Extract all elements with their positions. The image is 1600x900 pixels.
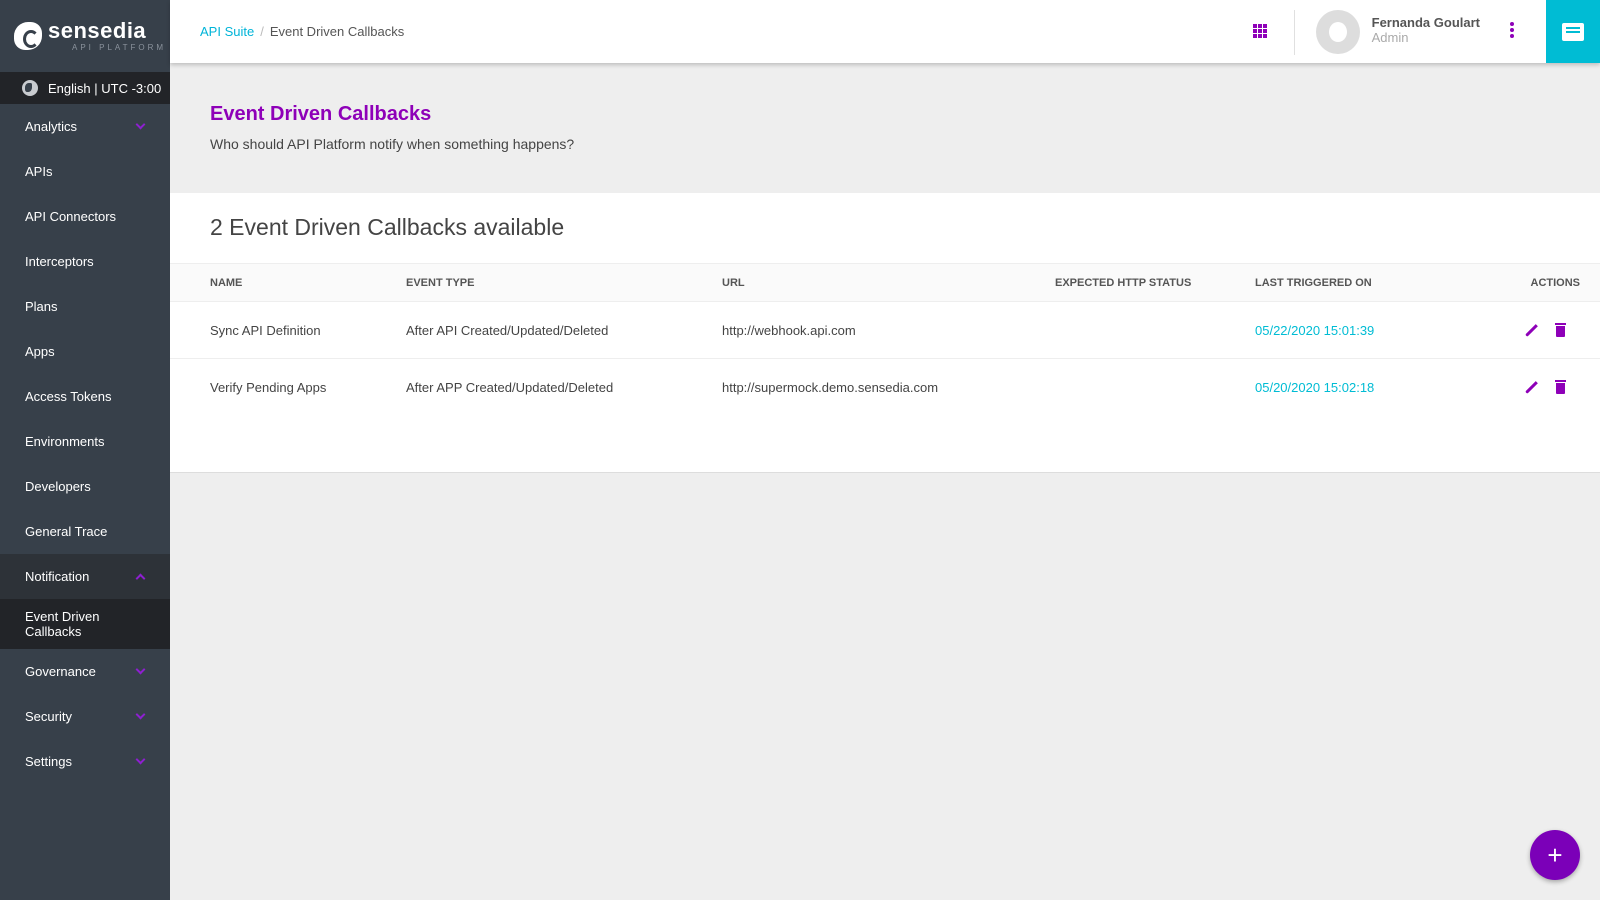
sidebar-item-developers[interactable]: Developers [0,464,170,509]
sidebar-item-settings[interactable]: Settings [0,739,170,784]
sidebar: sensedia API PLATFORM English | UTC -3:0… [0,0,170,900]
brand-name: sensedia [48,18,147,43]
chat-icon [1562,22,1584,41]
edit-icon[interactable] [1525,380,1538,394]
breadcrumb-root-link[interactable]: API Suite [200,24,254,39]
sidebar-item-label: Apps [25,344,55,359]
sidebar-item-environments[interactable]: Environments [0,419,170,464]
sidebar-item-label: Interceptors [25,254,94,269]
sidebar-item-label: Developers [25,479,91,494]
cell-expected-status [1055,302,1255,359]
cell-name: Verify Pending Apps [210,379,327,395]
cell-last-triggered: 05/20/2020 15:02:18 [1255,379,1375,395]
delete-icon[interactable] [1555,379,1566,394]
chevron-down-icon [135,709,146,720]
sidebar-item-interceptors[interactable]: Interceptors [0,239,170,284]
sensedia-logo-icon [14,22,42,50]
sidebar-item-governance[interactable]: Governance [0,649,170,694]
callbacks-card: 2 Event Driven Callbacks available NAME … [170,193,1600,473]
breadcrumb: API Suite / Event Driven Callbacks [200,24,404,39]
sidebar-item-label: API Connectors [25,209,117,224]
sidebar-item-notification[interactable]: Notification [0,554,170,599]
cell-url: http://supermock.demo.sensedia.com [722,379,939,395]
header-event-type: EVENT TYPE [406,276,475,289]
header-url: URL [722,276,745,289]
header-actions: ACTIONS [1530,276,1581,289]
locale-selector[interactable]: English | UTC -3:00 [0,72,170,104]
user-role: Admin [1371,30,1409,45]
header-divider [1294,10,1295,55]
sidebar-subitem-event-driven-callbacks[interactable]: Event Driven Callbacks [0,599,170,649]
chevron-down-icon [135,119,146,130]
cell-expected-status [1055,359,1255,416]
callbacks-table: NAME EVENT TYPE URL EXPECTED HTTP STATUS… [170,263,1600,416]
sidebar-item-analytics[interactable]: Analytics [0,104,170,149]
page-header: Event Driven Callbacks Who should API Pl… [170,63,1600,193]
callbacks-count-title: 2 Event Driven Callbacks available [210,214,565,240]
sidebar-item-label: Settings [25,754,72,769]
sidebar-item-access-tokens[interactable]: Access Tokens [0,374,170,419]
avatar[interactable] [1316,10,1360,54]
sidebar-item-label: Environments [25,434,105,449]
sidebar-item-security[interactable]: Security [0,694,170,739]
header-name: NAME [210,276,243,289]
sidebar-item-api-connectors[interactable]: API Connectors [0,194,170,239]
breadcrumb-separator: / [260,24,264,39]
sidebar-item-label: Access Tokens [25,389,112,404]
brand-subtitle: API PLATFORM [72,43,167,52]
chevron-down-icon [135,754,146,765]
table-row[interactable]: Verify Pending Apps After APP Created/Up… [170,359,1600,416]
apps-grid-icon[interactable] [1253,24,1267,38]
sidebar-item-label: General Trace [25,524,108,539]
sidebar-item-label: Governance [25,664,96,679]
sidebar-item-apis[interactable]: APIs [0,149,170,194]
sidebar-item-label: Analytics [25,119,78,134]
sidebar-item-apps[interactable]: Apps [0,329,170,374]
sidebar-item-label: Security [25,709,72,724]
chevron-up-icon [135,573,146,584]
cell-name: Sync API Definition [210,322,321,338]
more-vert-icon[interactable] [1510,22,1514,38]
cell-event-type: After APP Created/Updated/Deleted [406,379,614,395]
locale-label: English | UTC -3:00 [48,80,162,96]
sidebar-item-general-trace[interactable]: General Trace [0,509,170,554]
cell-last-triggered: 05/22/2020 15:01:39 [1255,322,1375,338]
sidebar-item-plans[interactable]: Plans [0,284,170,329]
table-header-row: NAME EVENT TYPE URL EXPECTED HTTP STATUS… [170,263,1600,302]
user-name: Fernanda Goulart [1371,15,1480,30]
table-row[interactable]: Sync API Definition After API Created/Up… [170,302,1600,359]
breadcrumb-current: Event Driven Callbacks [269,24,405,39]
cell-url: http://webhook.api.com [722,322,856,338]
cell-event-type: After API Created/Updated/Deleted [406,322,609,338]
top-bar: API Suite / Event Driven Callbacks Ferna… [170,0,1600,63]
brand-logo[interactable]: sensedia API PLATFORM [0,0,170,72]
chevron-down-icon [135,664,146,675]
chat-button[interactable] [1546,0,1600,63]
header-last-triggered: LAST TRIGGERED ON [1255,276,1372,289]
sidebar-item-label: Plans [25,299,58,314]
sidebar-item-label: APIs [25,164,53,179]
header-expected-status: EXPECTED HTTP STATUS [1055,276,1192,289]
globe-icon [22,80,38,96]
add-callback-button[interactable]: + [1530,830,1580,880]
user-info[interactable]: Fernanda Goulart Admin [1372,15,1480,45]
edit-icon[interactable] [1525,323,1538,337]
page-title: Event Driven Callbacks [210,103,432,125]
delete-icon[interactable] [1555,322,1566,337]
sidebar-item-label: Notification [25,569,90,584]
page-subtitle: Who should API Platform notify when some… [210,136,575,152]
